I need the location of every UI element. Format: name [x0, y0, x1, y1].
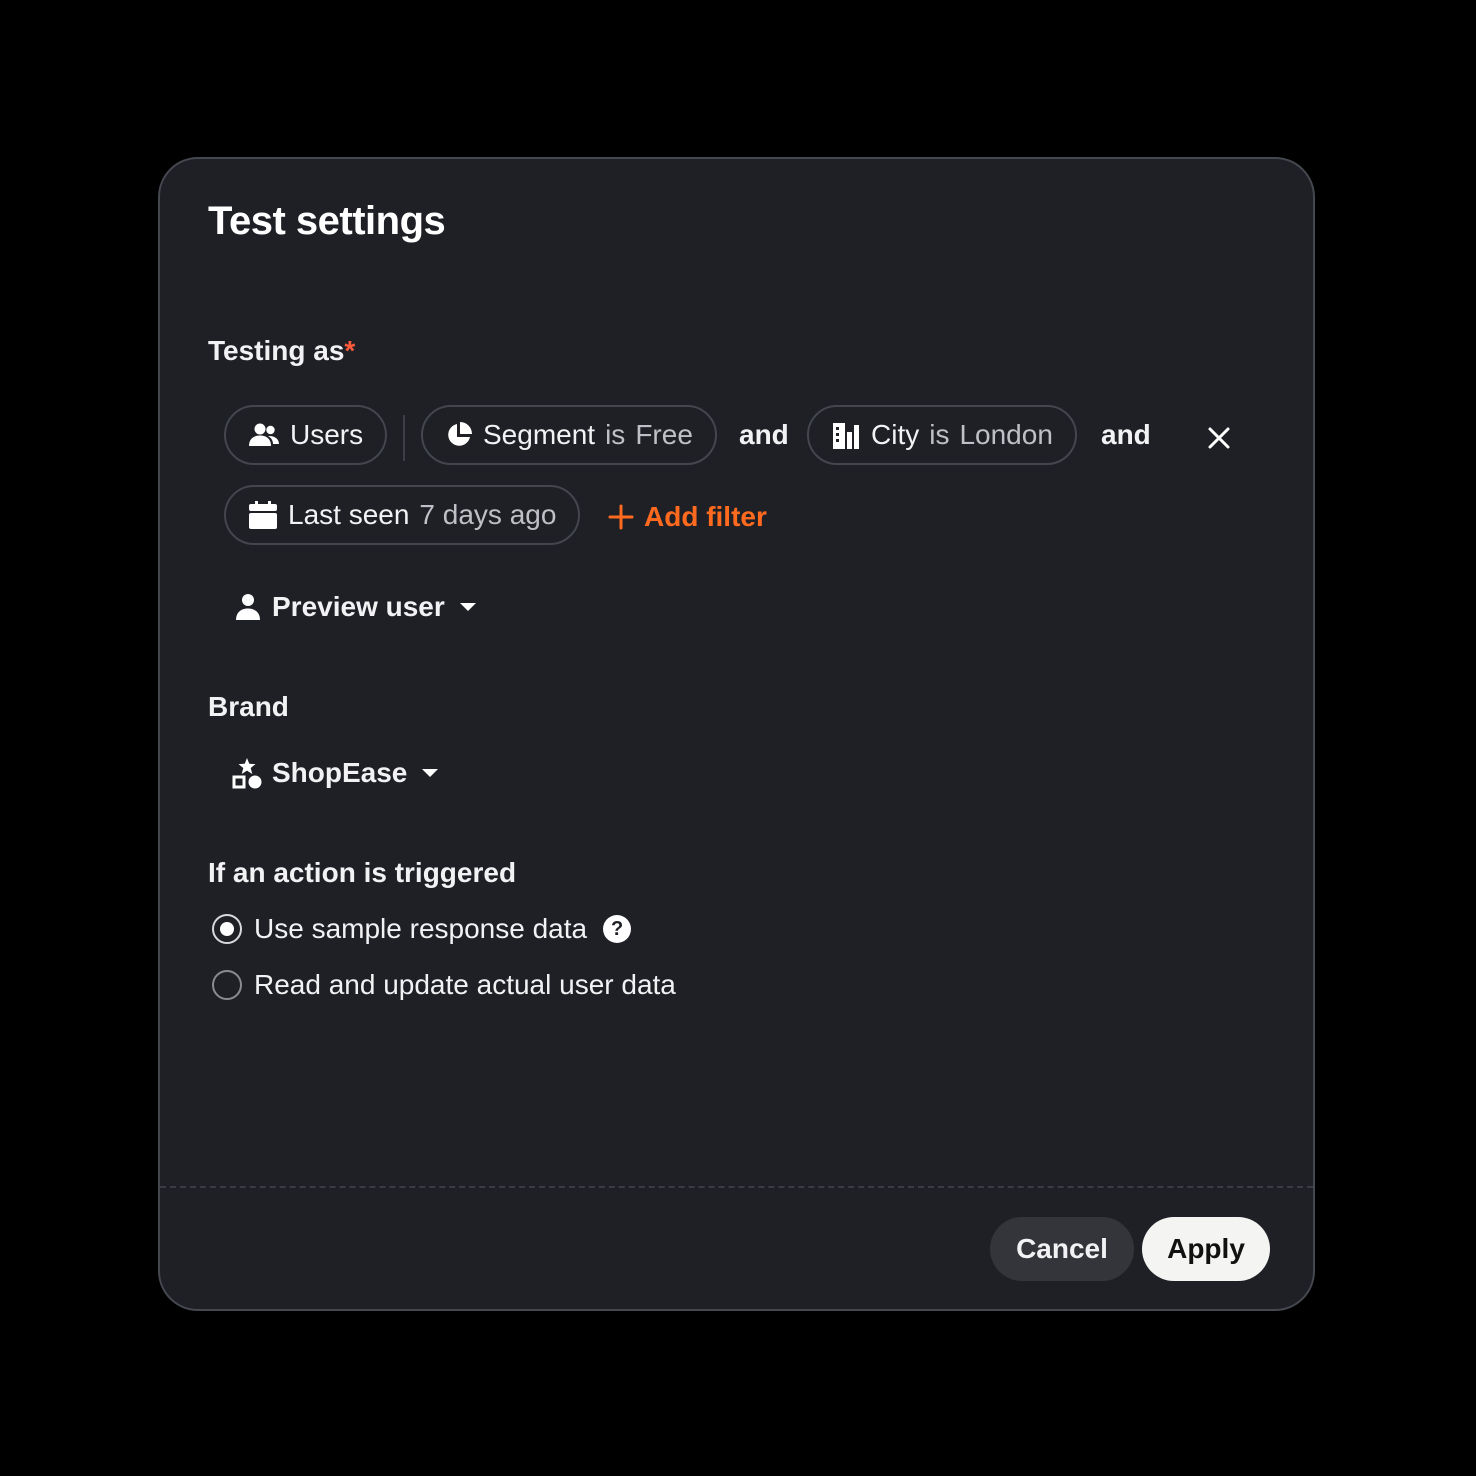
cancel-button[interactable]: Cancel [990, 1217, 1134, 1281]
last-seen-field: Last seen [288, 499, 410, 530]
add-filter-label: Add filter [644, 501, 767, 532]
footer-divider [160, 1186, 1313, 1188]
chip-divider [403, 415, 405, 461]
calendar-icon [248, 500, 278, 530]
city-value: London [959, 419, 1053, 450]
add-filter-button[interactable]: Add filter [608, 495, 767, 539]
brand-dropdown[interactable]: ShopEase [232, 757, 439, 789]
segment-operator: is [605, 419, 626, 450]
radio-unchecked[interactable] [212, 970, 242, 1000]
sample-data-option[interactable]: Use sample response data ? [212, 913, 632, 945]
actual-data-option[interactable]: Read and update actual user data [212, 969, 676, 1001]
dialog-title: Test settings [208, 199, 446, 243]
plus-icon [608, 504, 634, 530]
brand-selected: ShopEase [272, 757, 408, 788]
users-chip-label: Users [290, 419, 364, 450]
testing-as-text: Testing as [208, 335, 345, 366]
preview-user-dropdown[interactable]: Preview user [234, 591, 477, 623]
chevron-down-icon [459, 601, 477, 613]
radio-checked[interactable] [212, 914, 242, 944]
segment-field: Segment [483, 419, 596, 450]
last-seen-value: 7 days ago [419, 499, 557, 530]
and-connector: and [1101, 419, 1151, 450]
actual-data-label: Read and update actual user data [254, 969, 676, 1000]
sample-data-label: Use sample response data [254, 913, 588, 944]
segment-value: Free [635, 419, 693, 450]
and-connector: and [739, 419, 789, 450]
segment-filter-chip[interactable]: Segment is Free [421, 405, 717, 465]
person-icon [234, 593, 262, 621]
city-field: City [871, 419, 920, 450]
apply-button[interactable]: Apply [1142, 1217, 1270, 1281]
help-icon[interactable]: ? [603, 915, 632, 943]
city-operator: is [929, 419, 950, 450]
test-settings-dialog: Test settings Testing as* Users Segment … [158, 157, 1315, 1311]
testing-as-label: Testing as* [208, 335, 355, 367]
city-filter-chip[interactable]: City is London [807, 405, 1077, 465]
users-icon [248, 422, 280, 448]
shapes-icon [232, 757, 262, 789]
preview-user-label: Preview user [272, 591, 445, 622]
building-icon [831, 420, 861, 450]
radio-dot [220, 922, 234, 936]
clear-filters-button[interactable] [1200, 419, 1238, 457]
users-chip[interactable]: Users [224, 405, 388, 465]
chevron-down-icon [421, 767, 439, 779]
action-label: If an action is triggered [208, 857, 517, 888]
pie-chart-icon [445, 421, 473, 449]
last-seen-filter-chip[interactable]: Last seen 7 days ago [224, 485, 581, 545]
close-icon [1207, 426, 1231, 450]
brand-label: Brand [208, 691, 289, 722]
required-mark: * [344, 335, 356, 366]
